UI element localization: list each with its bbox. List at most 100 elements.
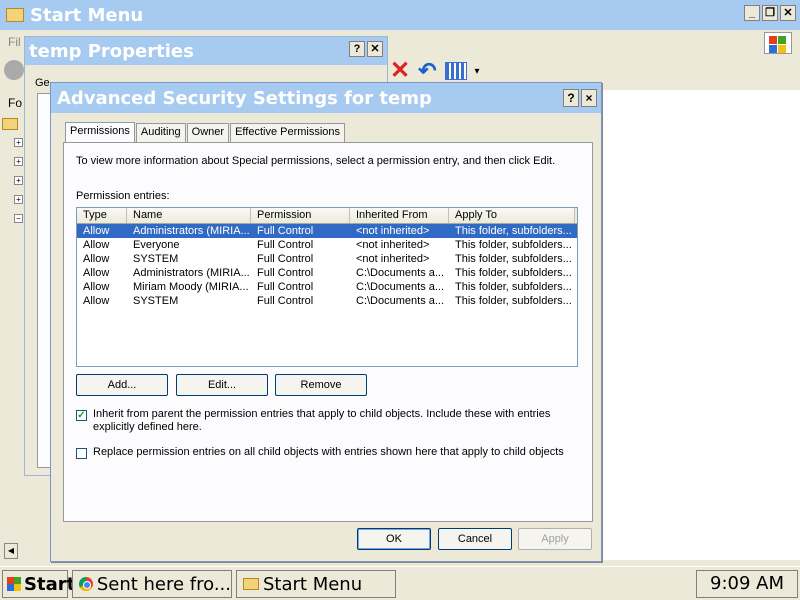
delete-icon[interactable]: ✕ <box>390 59 410 83</box>
cell-apply-to: This folder, subfolders... <box>455 225 572 237</box>
start-button[interactable]: Start <box>2 570 75 598</box>
folder-icon <box>2 118 18 130</box>
cell-inherited-from: C:\Documents a... <box>356 267 445 279</box>
cell-permission: Full Control <box>257 253 314 265</box>
cell-type: Allow <box>83 295 110 307</box>
cell-type: Allow <box>83 253 110 265</box>
tree-expand-icon[interactable]: + <box>14 195 23 204</box>
info-text: To view more information about Special p… <box>76 155 556 167</box>
help-button[interactable]: ? <box>349 41 365 57</box>
column-header-type[interactable]: Type <box>77 208 127 223</box>
cell-apply-to: This folder, subfolders... <box>455 281 572 293</box>
windows-logo-icon <box>764 32 792 54</box>
table-row[interactable]: Allow SYSTEM Full Control C:\Documents a...… <box>77 294 577 308</box>
cell-inherited-from: <not inherited> <box>356 239 430 251</box>
scroll-left-icon[interactable]: ◀ <box>4 543 18 559</box>
cell-type: Allow <box>83 239 110 251</box>
close-button[interactable]: ✕ <box>367 41 383 57</box>
cell-type: Allow <box>83 225 110 237</box>
taskbar-item-chrome[interactable]: Sent here fro... <box>72 570 232 598</box>
table-row[interactable]: Allow Administrators (MIRIA... Full Contro… <box>77 224 577 238</box>
back-icon[interactable] <box>4 60 24 80</box>
cell-inherited-from: C:\Documents a... <box>356 295 445 307</box>
folders-label: Fo <box>8 96 23 110</box>
permission-entries-list[interactable]: Type Name Permission Inherited From Appl… <box>76 207 578 367</box>
taskbar-item-start-menu[interactable]: Start Menu <box>236 570 396 598</box>
tree-expand-icon[interactable]: + <box>14 157 23 166</box>
tab-strip: Permissions Auditing Owner Effective Per… <box>65 121 346 144</box>
column-header-apply-to[interactable]: Apply To <box>449 208 575 223</box>
file-list-pane <box>600 90 800 560</box>
views-dropdown-icon[interactable]: ▾ <box>475 66 480 77</box>
remove-button[interactable]: Remove <box>275 374 367 396</box>
tab-effective-permissions[interactable]: Effective Permissions <box>230 123 346 143</box>
cell-name: Administrators (MIRIA... <box>133 225 250 237</box>
inherit-checkbox[interactable]: ✓ <box>76 410 87 421</box>
help-button[interactable]: ? <box>563 89 579 107</box>
inherit-permissions-option[interactable]: ✓ Inherit from parent the permission ent… <box>76 408 573 434</box>
cell-permission: Full Control <box>257 295 314 307</box>
cell-inherited-from: C:\Documents a... <box>356 281 445 293</box>
cell-apply-to: This folder, subfolders... <box>455 267 572 279</box>
replace-permissions-option[interactable]: Replace permission entries on all child … <box>76 446 573 459</box>
replace-checkbox[interactable] <box>76 448 87 459</box>
table-row[interactable]: Allow Miriam Moody (MIRIA... Full Control C… <box>77 280 577 294</box>
undo-icon[interactable]: ↶ <box>418 60 436 82</box>
edit-button[interactable]: Edit... <box>176 374 268 396</box>
restore-button[interactable]: ❐ <box>762 5 778 21</box>
properties-titlebar[interactable]: temp Properties ? ✕ <box>25 37 387 65</box>
start-menu-titlebar[interactable]: Start Menu _ ❐ ✕ <box>0 0 800 30</box>
table-row[interactable]: Allow Administrators (MIRIA... Full Contro… <box>77 266 577 280</box>
cell-name: Everyone <box>133 239 180 251</box>
replace-checkbox-label: Replace permission entries on all child … <box>93 446 564 458</box>
dialog-titlebar[interactable]: Advanced Security Settings for temp ? × <box>51 83 601 113</box>
inherit-checkbox-label: Inherit from parent the permission entri… <box>93 408 551 433</box>
close-button[interactable]: ✕ <box>780 5 796 21</box>
close-button[interactable]: × <box>581 89 597 107</box>
tree-collapse-icon[interactable]: − <box>14 214 23 223</box>
table-row[interactable]: Allow SYSTEM Full Control <not inherited> Th… <box>77 252 577 266</box>
cell-permission: Full Control <box>257 281 314 293</box>
cell-apply-to: This folder, subfolders... <box>455 295 572 307</box>
column-header-inherited-from[interactable]: Inherited From <box>350 208 449 223</box>
cancel-button[interactable]: Cancel <box>438 528 512 550</box>
views-icon[interactable] <box>444 62 467 80</box>
tab-general[interactable]: Ge <box>35 77 50 89</box>
tab-auditing[interactable]: Auditing <box>135 123 186 143</box>
minimize-button[interactable]: _ <box>744 5 760 21</box>
cell-type: Allow <box>83 281 110 293</box>
cell-name: Miriam Moody (MIRIA... <box>133 281 249 293</box>
cell-permission: Full Control <box>257 239 314 251</box>
cell-name: SYSTEM <box>133 295 179 307</box>
apply-button[interactable]: Apply <box>518 528 592 550</box>
table-row[interactable]: Allow Everyone Full Control <not inherited>… <box>77 238 577 252</box>
cell-permission: Full Control <box>257 267 314 279</box>
entries-label: Permission entries: <box>76 190 170 202</box>
cell-name: Administrators (MIRIA... <box>133 267 250 279</box>
cell-name: SYSTEM <box>133 253 179 265</box>
folder-icon <box>243 578 259 590</box>
chrome-icon <box>79 577 93 591</box>
column-header-permission[interactable]: Permission <box>251 208 350 223</box>
ok-button[interactable]: OK <box>357 528 431 550</box>
folder-icon <box>6 8 24 22</box>
cell-inherited-from: <not inherited> <box>356 225 430 237</box>
cell-permission: Full Control <box>257 225 314 237</box>
properties-title: temp Properties <box>29 40 194 62</box>
tab-permissions[interactable]: Permissions <box>65 122 135 144</box>
cell-inherited-from: <not inherited> <box>356 253 430 265</box>
cell-type: Allow <box>83 267 110 279</box>
list-header: Type Name Permission Inherited From Appl… <box>77 208 577 224</box>
add-button[interactable]: Add... <box>76 374 168 396</box>
taskbar: Start Sent here fro... Start Menu 9:09 A… <box>0 566 800 600</box>
system-clock: 9:09 AM <box>696 570 798 598</box>
start-menu-title: Start Menu <box>30 4 144 26</box>
column-header-name[interactable]: Name <box>127 208 251 223</box>
windows-logo-icon <box>7 577 21 591</box>
tab-owner[interactable]: Owner <box>186 123 230 143</box>
tree-expand-icon[interactable]: + <box>14 176 23 185</box>
tree-expand-icon[interactable]: + <box>14 138 23 147</box>
menu-file[interactable]: Fil <box>8 35 21 49</box>
advanced-security-dialog: Advanced Security Settings for temp ? × … <box>50 82 602 562</box>
taskbar-item-label: Sent here fro... <box>96 573 231 595</box>
